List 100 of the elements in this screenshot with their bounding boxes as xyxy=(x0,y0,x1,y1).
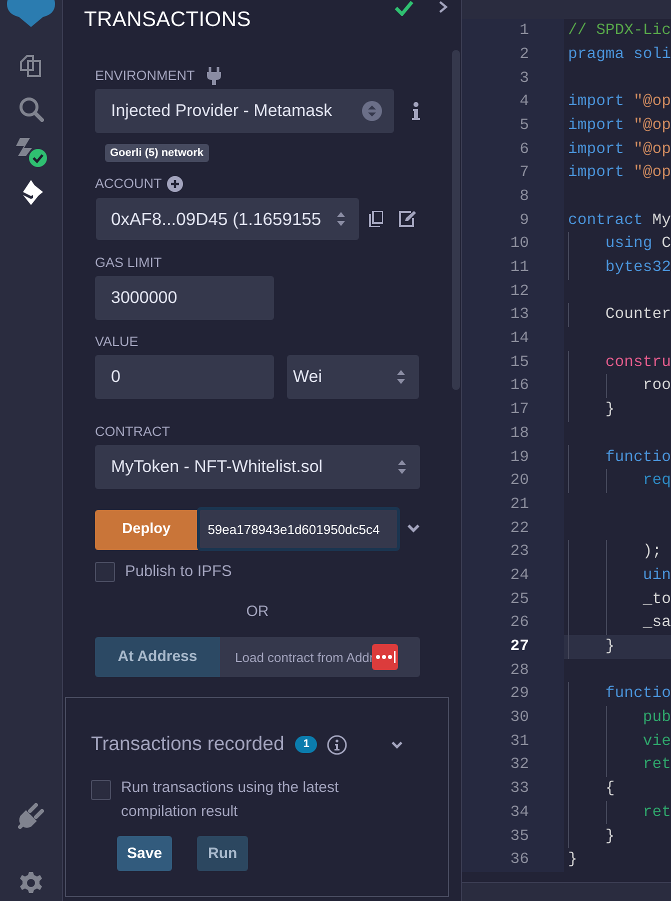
code-line: import "@op xyxy=(568,91,671,112)
plug-icon xyxy=(206,67,221,85)
line-number: 29 xyxy=(510,683,529,704)
code-line: bytes32 xyxy=(604,257,671,278)
scrollbar[interactable] xyxy=(452,50,460,390)
code-line: import "@op xyxy=(568,162,671,184)
copy-icon[interactable] xyxy=(369,211,383,227)
field-label: CONTRACT xyxy=(95,424,170,440)
code-line: { xyxy=(604,778,615,800)
select-arrows-icon xyxy=(395,368,407,386)
code-line: vie xyxy=(642,730,671,752)
code-line: _to xyxy=(642,588,671,610)
line-number: 8 xyxy=(520,186,529,207)
code-line: import "@op xyxy=(568,114,671,136)
select-arrows-icon xyxy=(362,101,382,121)
info-icon[interactable] xyxy=(327,734,348,755)
code-line: contract My xyxy=(568,210,671,231)
field-label: VALUE xyxy=(95,334,138,350)
line-number: 32 xyxy=(510,754,529,776)
line-number: 20 xyxy=(510,470,529,492)
line-number: 1 xyxy=(520,20,529,42)
save-button[interactable]: Save xyxy=(117,836,172,872)
at-address-button[interactable]: At Address xyxy=(95,637,220,677)
line-number: 3 xyxy=(520,68,529,89)
section-title: Transactions recorded xyxy=(91,732,284,757)
code-line: } xyxy=(604,399,615,420)
select-arrows-icon xyxy=(335,210,347,228)
checkbox-label: Publish to IPFS xyxy=(125,562,232,582)
password-manager-icon[interactable] xyxy=(372,644,398,670)
line-number: 16 xyxy=(510,375,529,396)
code-line: Counter xyxy=(604,304,671,326)
search-icon[interactable] xyxy=(18,96,44,122)
chevron-down-icon[interactable] xyxy=(407,524,420,532)
field-label: GAS LIMIT xyxy=(95,255,162,271)
environment-select[interactable]: Injected Provider - Metamask xyxy=(95,89,394,133)
chevron-right-icon[interactable] xyxy=(438,0,448,14)
line-number: 30 xyxy=(510,707,529,728)
code-line: } xyxy=(604,826,615,847)
run-button[interactable]: Run xyxy=(197,836,248,872)
code-line: ret xyxy=(642,802,671,823)
line-number: 15 xyxy=(510,352,529,373)
line-number: 6 xyxy=(520,138,529,160)
count-badge: 1 xyxy=(295,736,318,754)
separator-text: OR xyxy=(246,603,269,620)
line-number: 31 xyxy=(510,730,529,752)
line-number: 34 xyxy=(510,802,529,823)
panel-title: TRANSACTIONS xyxy=(84,8,251,32)
checkbox[interactable] xyxy=(95,562,115,582)
settings-icon[interactable] xyxy=(19,871,43,895)
check-icon xyxy=(394,0,414,16)
line-number: 5 xyxy=(520,114,529,136)
add-icon[interactable] xyxy=(166,176,183,192)
unit-select[interactable]: Wei xyxy=(287,355,419,399)
line-number: 11 xyxy=(510,257,529,278)
code-line: ); xyxy=(642,541,662,562)
line-number: 24 xyxy=(510,564,529,586)
line-number: 26 xyxy=(510,612,529,634)
info-icon[interactable] xyxy=(412,102,420,120)
code-line: pub xyxy=(642,707,671,728)
line-number: 28 xyxy=(510,660,529,681)
code-line: functio xyxy=(604,446,671,468)
code-line: ret xyxy=(642,754,671,776)
code-line: req xyxy=(642,470,671,492)
line-number: 36 xyxy=(510,849,529,870)
deploy-arguments-field[interactable]: 59ea178943e1d601950dc5c4 xyxy=(196,507,400,551)
checkbox[interactable] xyxy=(91,780,111,800)
line-number: 21 xyxy=(510,494,529,515)
chevron-down-icon[interactable] xyxy=(391,740,404,749)
code-line: } xyxy=(604,636,615,658)
account-select[interactable]: 0xAF8...09D45 (1.1659155 xyxy=(96,198,359,240)
line-number: 19 xyxy=(510,446,529,468)
line-number: 7 xyxy=(520,162,529,184)
code-line: pragma soli xyxy=(568,44,671,65)
code-line: uin xyxy=(642,564,671,586)
line-number: 2 xyxy=(520,44,529,65)
code-line: _sa xyxy=(642,612,671,634)
code-line: // SPDX-Lic xyxy=(568,20,671,42)
address-field[interactable]: Load contract from Addr xyxy=(220,637,420,677)
line-number: 22 xyxy=(510,518,529,539)
code-line: import "@op xyxy=(568,138,671,160)
line-number: 27 xyxy=(510,636,529,658)
network-badge: Goerli (5) network xyxy=(105,144,209,162)
code-line: roo xyxy=(642,375,671,396)
gas-limit-field[interactable]: 3000000 xyxy=(95,276,274,320)
select-arrows-icon xyxy=(396,458,408,476)
line-number: 23 xyxy=(510,541,529,562)
line-number: 9 xyxy=(520,210,529,231)
plug-icon[interactable] xyxy=(16,801,46,831)
field-label: ACCOUNT xyxy=(95,176,162,192)
line-number: 33 xyxy=(510,778,529,800)
code-line: functio xyxy=(604,683,671,704)
contract-select[interactable]: MyToken - NFT-Whitelist.sol xyxy=(95,445,420,489)
line-number: 4 xyxy=(520,91,529,112)
field-label: ENVIRONMENT xyxy=(95,68,195,84)
line-number: 12 xyxy=(510,280,529,302)
files-icon[interactable] xyxy=(18,52,44,78)
code-line: } xyxy=(568,849,578,870)
edit-icon[interactable] xyxy=(399,211,416,227)
code-line: constru xyxy=(604,352,671,373)
value-field[interactable]: 0 xyxy=(95,355,274,399)
